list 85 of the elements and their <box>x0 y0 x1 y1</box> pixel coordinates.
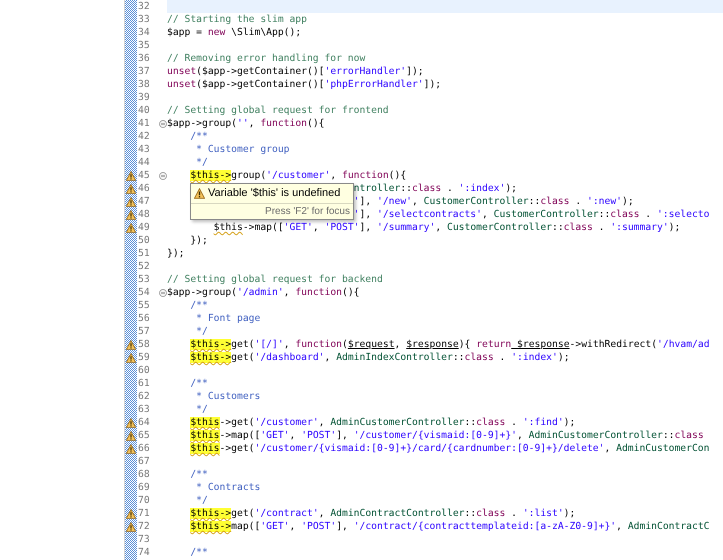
line-number: 69 <box>137 481 151 494</box>
code-line: // Starting the slim app <box>167 14 307 25</box>
code-line: $app = new \Slim\App(); <box>167 27 302 38</box>
code-line: $this->get('/contract', AdminContractController::class . ':list'); <box>190 508 576 519</box>
code-line: $this->map(['GET', 'POST'], '/summary', CustomerController::class . ':summary'); <box>214 222 680 233</box>
line-number: 71 <box>137 507 151 520</box>
code-line: // Removing error handling for now <box>167 53 366 64</box>
line-number: 66 <box>137 442 151 455</box>
code-line: /** <box>190 300 208 311</box>
line-number: 72 <box>137 520 151 533</box>
line-number: 53 <box>137 273 151 286</box>
code-line: */ <box>196 157 208 168</box>
line-number: 58 <box>137 338 151 351</box>
code-line: * Customers <box>196 391 260 402</box>
code-line: '], '/selectcontracts', CustomerController::class . ':selecto <box>354 209 710 220</box>
code-line: $this->map(['GET', 'POST'], '/contract/{contracttemplateid:[a-zA-Z0-9]+}', AdminContractC <box>190 521 710 532</box>
code-line: unset($app->getContainer()['phpErrorHandler']); <box>167 79 442 90</box>
line-number: 50 <box>137 234 151 247</box>
code-line: /** <box>190 469 208 480</box>
collapse-icon[interactable] <box>159 172 167 180</box>
line-number: 61 <box>137 377 151 390</box>
line-number: 35 <box>137 39 151 52</box>
line-number: 49 <box>137 221 151 234</box>
line-number: 37 <box>137 65 151 78</box>
line-number: 44 <box>137 156 151 169</box>
collapse-icon[interactable] <box>159 288 167 296</box>
line-number: 67 <box>137 455 151 468</box>
line-number: 48 <box>137 208 151 221</box>
code-line: $this->group('/customer', function(){ <box>190 170 406 181</box>
code-line: */ <box>196 495 208 506</box>
code-line: }); <box>167 248 184 259</box>
code-line: */ <box>196 326 208 337</box>
warning-icon <box>194 188 205 199</box>
code-line: }); <box>190 235 208 246</box>
code-line: $app->group('/admin', function(){ <box>167 287 360 298</box>
line-number: 52 <box>137 260 151 273</box>
code-line: // Setting global request for frontend <box>167 105 389 116</box>
line-number: 60 <box>137 364 151 377</box>
line-number: 40 <box>137 104 151 117</box>
tooltip-hint: Press 'F2' for focus <box>265 205 350 218</box>
tooltip-message: Variable '$this' is undefined <box>208 187 340 200</box>
code-line: $this->map(['GET', 'POST'], '/customer/{vismaid:[0-9]+}', AdminCustomerController::class <box>190 430 704 441</box>
line-number: 36 <box>137 52 151 65</box>
line-number: 73 <box>137 533 151 546</box>
line-number: 45 <box>137 169 151 182</box>
line-number: 32 <box>137 0 151 13</box>
code-line: * Contracts <box>196 482 260 493</box>
line-number: 34 <box>137 26 151 39</box>
line-number: 54 <box>137 286 151 299</box>
line-number: 74 <box>137 546 151 559</box>
line-number: 47 <box>137 195 151 208</box>
line-number: 42 <box>137 130 151 143</box>
line-number: 33 <box>137 13 151 26</box>
line-number: 38 <box>137 78 151 91</box>
code-line: '], '/new', CustomerController::class . ':new'); <box>354 196 634 207</box>
line-number: 39 <box>137 91 151 104</box>
code-line: $this->get('/dashboard', AdminIndexController::class . ':index'); <box>190 352 570 363</box>
line-number: 51 <box>137 247 151 260</box>
code-line: $this->get('[/]', function($request, $response){ return $response->withRedirect('/hvam/ad <box>190 339 710 350</box>
code-line: /** <box>190 378 208 389</box>
code-line: // Setting global request for backend <box>167 274 383 285</box>
code-line: /** <box>190 131 208 142</box>
line-number: 68 <box>137 468 151 481</box>
code-line: */ <box>196 404 208 415</box>
code-line: * Font page <box>196 313 260 324</box>
line-number: 65 <box>137 429 151 442</box>
line-number: 62 <box>137 390 151 403</box>
line-number: 41 <box>137 117 151 130</box>
line-number: 56 <box>137 312 151 325</box>
code-line: /** <box>190 547 208 558</box>
code-line: $this->get('/customer/{vismaid:[0-9]+}/card/{cardnumber:[0-9]+}/delete', AdminCustomerCon <box>190 443 710 454</box>
collapse-icon[interactable] <box>159 120 167 128</box>
code-line: $app->group('', function(){ <box>167 118 325 129</box>
code-line: unset($app->getContainer()['errorHandler']); <box>167 66 424 77</box>
line-number: 59 <box>137 351 151 364</box>
code-line: ntroller::class . ':index'); <box>354 183 517 194</box>
line-number: 57 <box>137 325 151 338</box>
line-number: 55 <box>137 299 151 312</box>
code-line: * Customer group <box>196 144 290 155</box>
line-number: 46 <box>137 182 151 195</box>
line-number: 43 <box>137 143 151 156</box>
code-line: $this->get('/customer', AdminCustomerController::class . ':find'); <box>190 417 576 428</box>
line-number: 64 <box>137 416 151 429</box>
line-number: 63 <box>137 403 151 416</box>
line-number: 70 <box>137 494 151 507</box>
